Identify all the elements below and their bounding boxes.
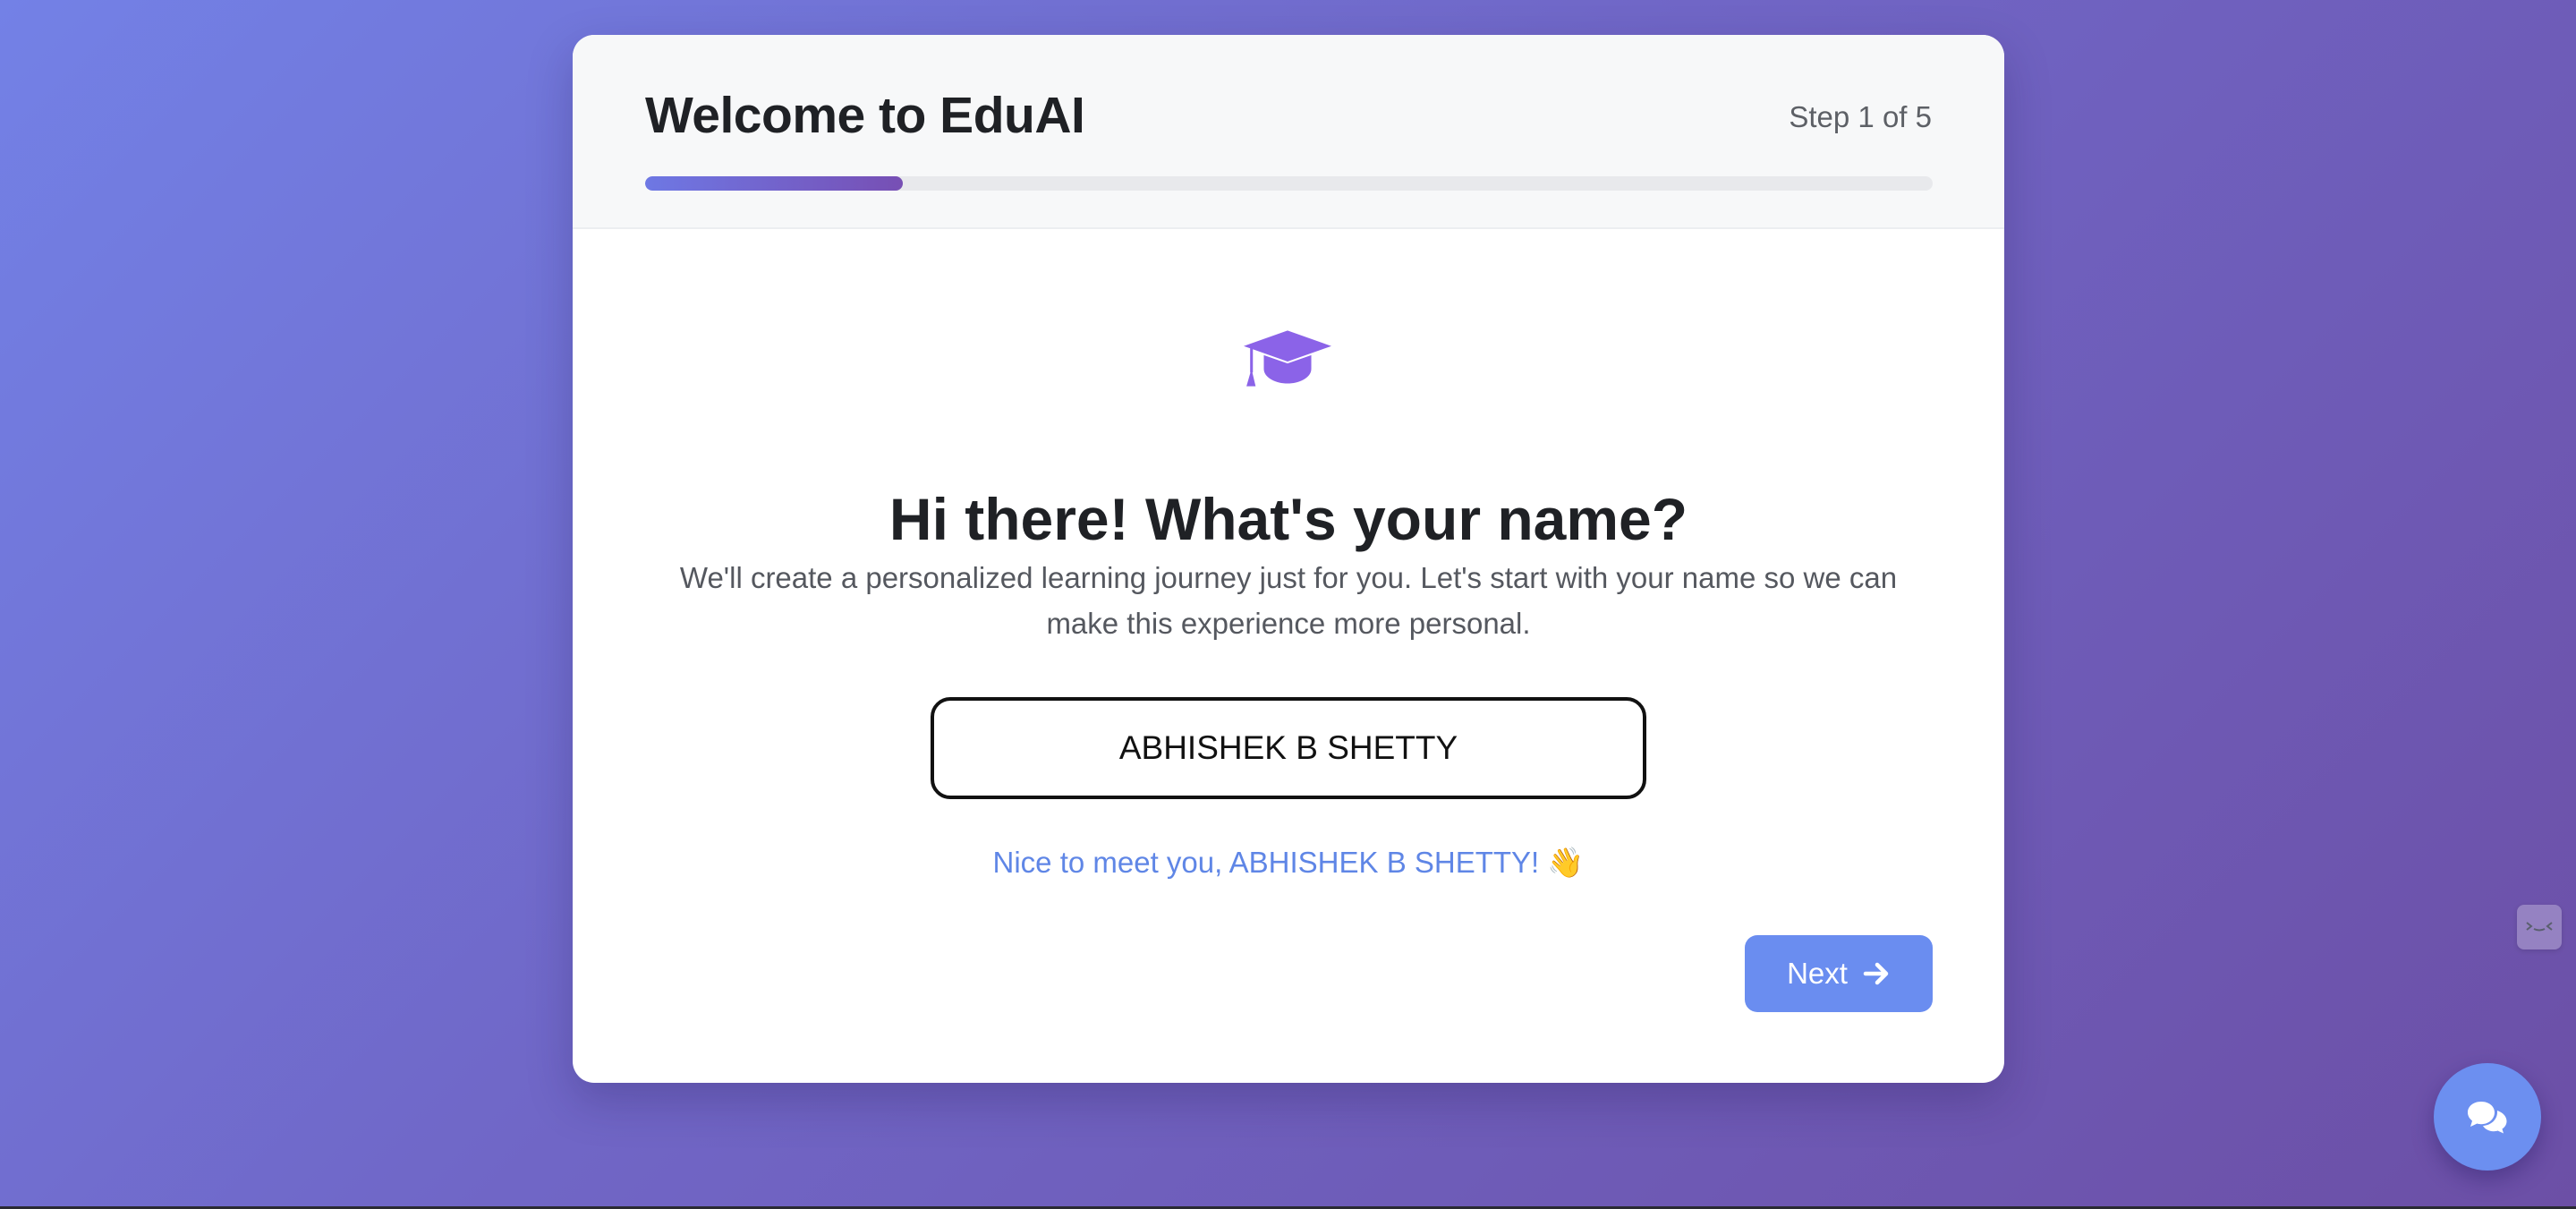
progress-bar-fill: [645, 176, 903, 191]
page-title: Welcome to EduAI: [645, 87, 1085, 144]
onboarding-card: Welcome to EduAI Step 1 of 5 Hi there! W…: [573, 35, 2004, 1083]
greeting-message: Nice to meet you, ABHISHEK B SHETTY! 👋: [992, 846, 1585, 879]
step-indicator: Step 1 of 5: [1789, 100, 1932, 133]
arrow-right-icon: [1863, 962, 1889, 985]
graduation-cap-icon: [1244, 330, 1331, 387]
chat-bubbles-icon: [2468, 1102, 2507, 1134]
dev-tools-icon: [2526, 922, 2553, 932]
chat-button[interactable]: [2434, 1063, 2541, 1171]
dev-tools-widget[interactable]: [2517, 905, 2562, 949]
progress-bar: [645, 176, 1933, 191]
intro-description: We'll create a personalized learning jou…: [679, 561, 1898, 640]
name-input[interactable]: [931, 697, 1646, 799]
card-header: Welcome to EduAI Step 1 of 5: [573, 35, 2004, 229]
name-question-heading: Hi there! What's your name?: [888, 486, 1688, 552]
next-button-label: Next: [1787, 957, 1848, 990]
next-button[interactable]: Next: [1745, 935, 1933, 1012]
